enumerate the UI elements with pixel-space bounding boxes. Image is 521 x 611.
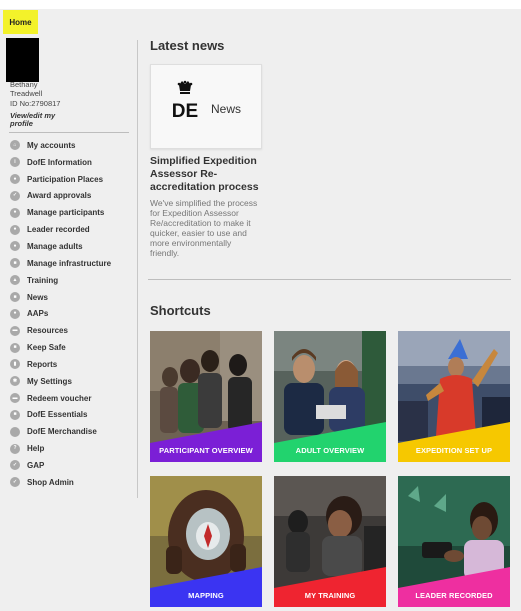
sidebar-item-participation-places[interactable]: ● Participation Places	[10, 171, 132, 188]
resources-icon: ▬	[10, 325, 20, 336]
logo-text: DE	[172, 101, 198, 122]
shortcut-leader-recorded[interactable]: LEADER RECORDED	[398, 476, 510, 607]
gap-icon: ✓	[10, 460, 20, 471]
sidebar-item-label: Shop Admin	[27, 477, 74, 487]
tile-label: PARTICIPANT OVERVIEW	[159, 446, 253, 455]
sidebar-item-my-accounts[interactable]: ⌂ My accounts	[10, 137, 132, 154]
sidebar-item-label: Award approvals	[27, 191, 92, 201]
shortcut-mapping[interactable]: MAPPING	[150, 476, 262, 607]
compass-photo	[150, 476, 262, 607]
sidebar-item-manage-adults[interactable]: ● Manage adults	[10, 238, 132, 255]
shortcut-participant-overview[interactable]: PARTICIPANT OVERVIEW	[150, 331, 262, 462]
home-icon: ⌂	[10, 140, 20, 151]
sidebar-item-label: Training	[27, 275, 59, 285]
sidebar-item-leader-recorded[interactable]: ● Leader recorded	[10, 221, 132, 238]
news-article-title[interactable]: Simplified Expedition Assessor Re-accred…	[150, 155, 268, 194]
sidebar-item-my-settings[interactable]: ✱ My Settings	[10, 373, 132, 390]
sidebar-item-award-approvals[interactable]: ✓ Award approvals	[10, 188, 132, 205]
user-id: ID No:2790817	[10, 99, 61, 108]
dofe-logo-icon: DE	[172, 80, 198, 122]
shop-icon: ✓	[10, 477, 20, 488]
sidebar-item-label: News	[27, 292, 48, 302]
award-icon: ✓	[10, 190, 20, 201]
sidebar-item-gap[interactable]: ✓ GAP	[10, 457, 132, 474]
sidebar-item-label: Keep Safe	[27, 343, 66, 353]
news-card[interactable]: DE News	[150, 64, 262, 149]
sidebar-item-resources[interactable]: ▬ Resources	[10, 322, 132, 339]
sidebar-item-label: GAP	[27, 460, 45, 470]
voucher-icon: ▬	[10, 393, 20, 404]
participants-icon: ●	[10, 207, 20, 218]
sidebar-item-manage-infrastructure[interactable]: ■ Manage infrastructure	[10, 255, 132, 272]
training-photo	[274, 476, 386, 607]
sidebar-item-label: Resources	[27, 326, 68, 336]
news-article-summary: We've simplified the process for Expedit…	[150, 198, 258, 258]
leader-icon: ●	[10, 224, 20, 235]
info-icon: i	[10, 157, 20, 168]
news-icon: ■	[10, 292, 20, 303]
sidebar-item-news[interactable]: ■ News	[10, 289, 132, 306]
sidebar-item-reports[interactable]: ▮ Reports	[10, 356, 132, 373]
sidebar-item-label: DofE Merchandise	[27, 427, 97, 437]
sidebar-item-training[interactable]: ▲ Training	[10, 272, 132, 289]
tile-label: EXPEDITION SET UP	[415, 446, 493, 455]
sidebar-vertical-divider	[137, 40, 138, 498]
aaps-icon: ●	[10, 308, 20, 319]
sidebar-item-label: Redeem voucher	[27, 393, 92, 403]
participants-photo	[150, 331, 262, 462]
breadcrumb-home[interactable]: Home	[3, 10, 38, 34]
person-icon: ●	[10, 174, 20, 185]
sidebar-item-label: Manage adults	[27, 241, 83, 251]
lock-icon: ■	[10, 342, 20, 353]
tile-label: MAPPING	[188, 591, 224, 600]
sidebar-item-label: Leader recorded	[27, 225, 90, 235]
sidebar-item-label: My accounts	[27, 140, 76, 150]
view-edit-profile-link[interactable]: View/edit my profile	[10, 112, 80, 127]
sidebar-nav: ⌂ My accounts i DofE Information ● Particip…	[10, 137, 132, 491]
essentials-icon: ■	[10, 409, 20, 420]
adults-photo	[274, 331, 386, 462]
training-icon: ▲	[10, 275, 20, 286]
news-card-label: News	[211, 102, 242, 116]
sidebar-item-help[interactable]: ? Help	[10, 440, 132, 457]
sidebar-item-label: DofE Information	[27, 157, 92, 167]
sidebar-item-label: Manage participants	[27, 208, 105, 218]
sidebar-item-dofe-merchandise[interactable]: DofE Merchandise	[10, 423, 132, 440]
section-divider	[148, 279, 511, 280]
sidebar-item-label: Participation Places	[27, 174, 104, 184]
sidebar-divider	[9, 132, 129, 133]
latest-news-heading: Latest news	[150, 38, 225, 53]
sidebar-item-label: AAPs	[27, 309, 49, 319]
settings-icon: ✱	[10, 376, 20, 387]
avatar[interactable]	[6, 38, 39, 82]
tile-label: MY TRAINING	[304, 591, 356, 600]
leader-photo	[398, 476, 510, 607]
tile-label: ADULT OVERVIEW	[295, 446, 365, 455]
sidebar-item-manage-participants[interactable]: ● Manage participants	[10, 204, 132, 221]
sidebar-item-dofe-essentials[interactable]: ■ DofE Essentials	[10, 407, 132, 424]
infrastructure-icon: ■	[10, 258, 20, 269]
sidebar-item-label: Manage infrastructure	[27, 258, 112, 268]
sidebar-item-dofe-information[interactable]: i DofE Information	[10, 154, 132, 171]
sidebar-item-redeem-voucher[interactable]: ▬ Redeem voucher	[10, 390, 132, 407]
sidebar-item-aaps[interactable]: ● AAPs	[10, 305, 132, 322]
help-icon: ?	[10, 443, 20, 454]
merchandise-icon	[10, 426, 20, 437]
sidebar-item-keep-safe[interactable]: ■ Keep Safe	[10, 339, 132, 356]
sidebar-item-label: Reports	[27, 359, 58, 369]
shortcut-expedition-set-up[interactable]: EXPEDITION SET UP	[398, 331, 510, 462]
shortcut-adult-overview[interactable]: ADULT OVERVIEW	[274, 331, 386, 462]
user-name: Bethany Treadwell	[10, 80, 43, 98]
sidebar-item-shop-admin[interactable]: ✓ Shop Admin	[10, 474, 132, 491]
expedition-photo	[398, 331, 510, 462]
sidebar-item-label: My Settings	[27, 376, 72, 386]
sidebar-item-label: DofE Essentials	[27, 410, 88, 420]
shortcuts-heading: Shortcuts	[150, 303, 211, 318]
sidebar-item-label: Help	[27, 444, 45, 454]
adults-icon: ●	[10, 241, 20, 252]
tile-label: LEADER RECORDED	[415, 591, 493, 600]
shortcut-my-training[interactable]: MY TRAINING	[274, 476, 386, 607]
reports-icon: ▮	[10, 359, 20, 370]
